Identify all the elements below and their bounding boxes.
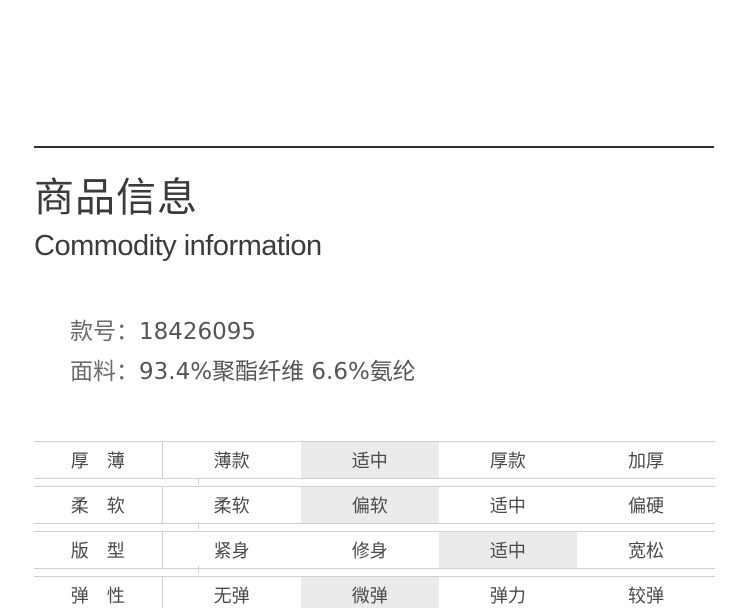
spec-name: 柔软 [34, 487, 163, 523]
column-divider [198, 522, 199, 529]
spec-option: 厚款 [489, 451, 526, 472]
section-title-zh: 商品信息 [34, 175, 198, 221]
spec-option-selected: 偏软 [300, 487, 439, 523]
fabric-line: 面料：93.4%聚酯纤维 6.6%氨纶 [70, 357, 416, 387]
spec-row-thickness: 厚薄 薄款 适中 厚款 加厚 [34, 441, 715, 479]
section-title-en: Commodity information [34, 230, 322, 262]
spec-option: 无弹 [213, 586, 250, 607]
spec-row-fit: 版型 紧身 修身 适中 宽松 [34, 531, 715, 569]
sku-line: 款号：18426095 [70, 317, 256, 347]
spec-option-selected: 适中 [438, 532, 577, 568]
spec-option: 较弹 [627, 586, 664, 607]
product-info-page: 商品信息 Commodity information 款号：18426095 面… [0, 0, 750, 608]
spec-table: 厚薄 薄款 适中 厚款 加厚 柔软 柔软 偏软 适中 偏硬 版型 紧身 修身 适… [34, 441, 715, 608]
spec-option: 加厚 [627, 451, 664, 472]
sku-label: 款号： [70, 319, 139, 345]
spec-name: 弹性 [34, 577, 163, 608]
column-divider [198, 478, 199, 485]
spec-option: 偏硬 [627, 496, 664, 517]
column-divider [198, 566, 199, 573]
spec-name: 厚薄 [34, 442, 163, 478]
sku-value: 18426095 [139, 319, 257, 345]
top-divider [34, 146, 714, 148]
spec-option: 适中 [489, 496, 526, 517]
spec-option: 弹力 [489, 586, 526, 607]
spec-option: 宽松 [627, 541, 664, 562]
spec-option: 修身 [351, 541, 388, 562]
fabric-label: 面料： [70, 359, 139, 385]
spec-option: 紧身 [213, 541, 250, 562]
spec-name: 版型 [34, 532, 163, 568]
spec-option-selected: 微弹 [300, 577, 439, 608]
spec-option: 柔软 [213, 496, 250, 517]
spec-option: 薄款 [213, 451, 250, 472]
spec-option-selected: 适中 [300, 442, 439, 478]
spec-row-softness: 柔软 柔软 偏软 适中 偏硬 [34, 486, 715, 524]
fabric-value: 93.4%聚酯纤维 6.6%氨纶 [139, 359, 416, 385]
spec-row-elasticity: 弹性 无弹 微弹 弹力 较弹 [34, 576, 715, 608]
